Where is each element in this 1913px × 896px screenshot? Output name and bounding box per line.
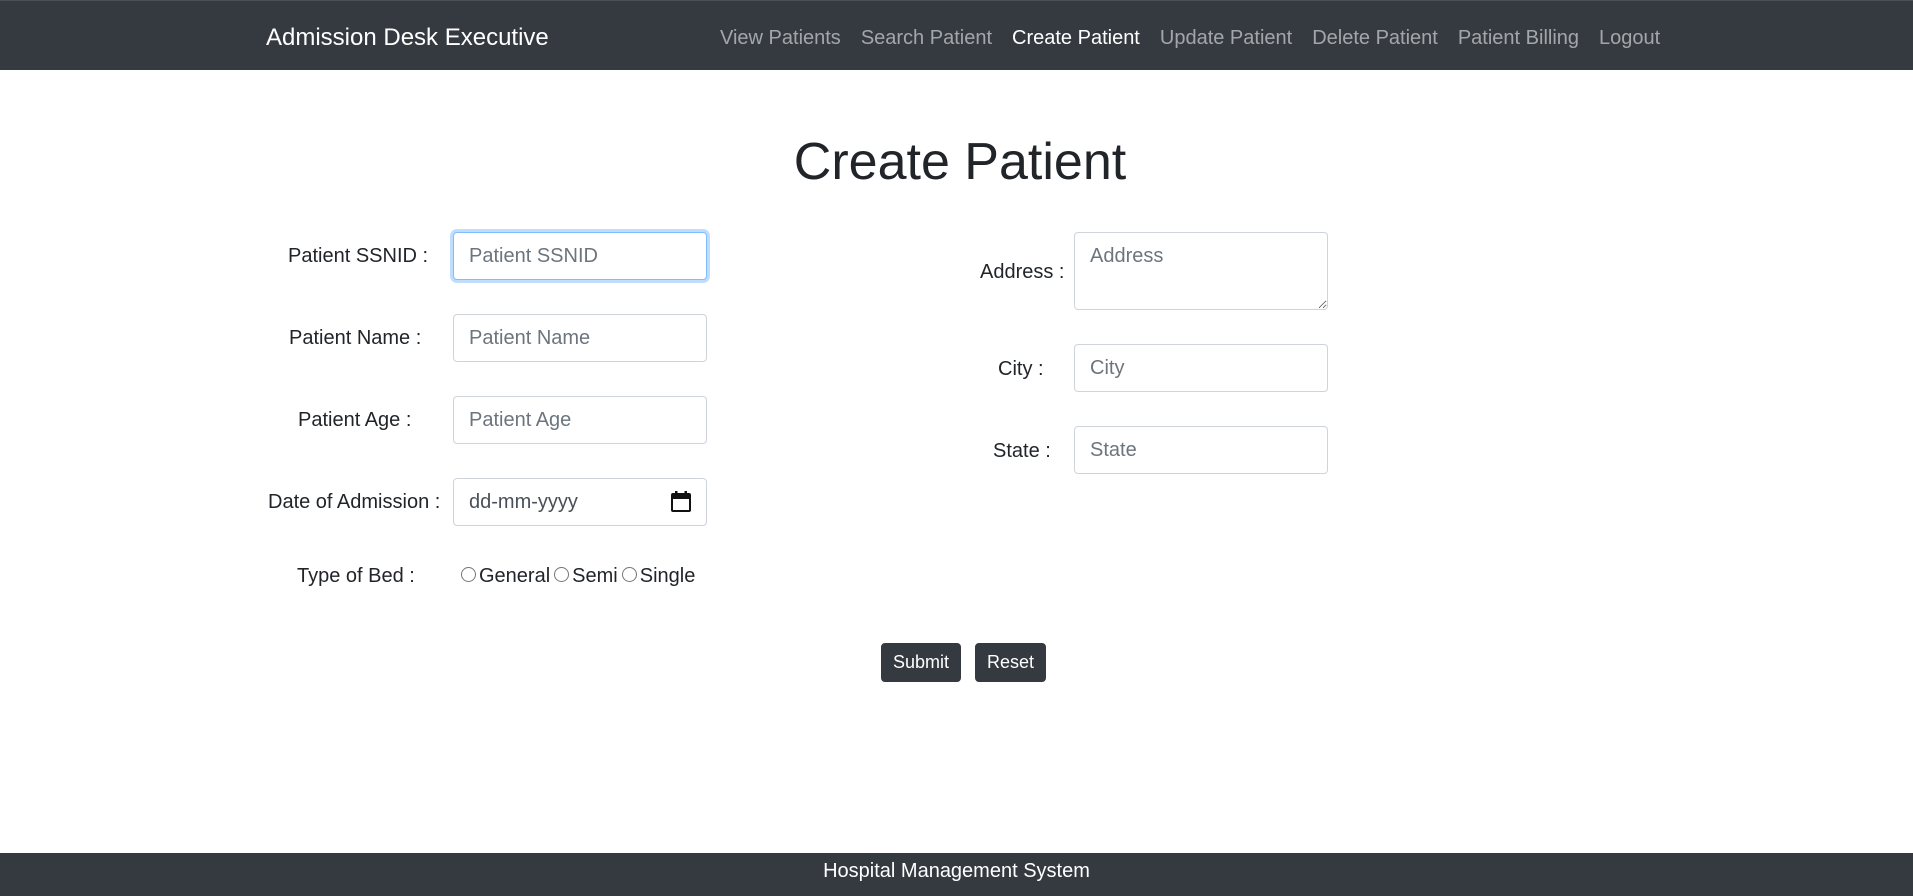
radio-single-label: Single: [639, 565, 696, 587]
city-input[interactable]: [1074, 344, 1328, 392]
page-title: Create Patient: [793, 133, 1127, 191]
radio-semi-label: Semi: [572, 565, 618, 587]
nav-links: View Patients Search Patient Create Pati…: [710, 25, 1670, 51]
ssnid-label: Patient SSNID :: [288, 245, 429, 267]
address-input[interactable]: [1074, 232, 1328, 310]
admission-date-input[interactable]: dd-mm-yyyy: [453, 478, 707, 526]
top-navbar: Admission Desk Executive View Patients S…: [0, 0, 1913, 70]
navbar-brand[interactable]: Admission Desk Executive: [266, 23, 549, 53]
bed-type-option-single[interactable]: Single: [620, 563, 696, 589]
name-label: Patient Name :: [289, 327, 422, 349]
radio-general[interactable]: [461, 566, 476, 582]
nav-link-create-patient[interactable]: Create Patient: [1012, 25, 1140, 51]
ssnid-input[interactable]: [453, 232, 707, 280]
nav-link-patient-billing[interactable]: Patient Billing: [1458, 25, 1579, 51]
admission-date-label: Date of Admission :: [268, 491, 441, 513]
nav-link-logout[interactable]: Logout: [1599, 25, 1660, 51]
submit-button[interactable]: Submit: [881, 643, 962, 682]
age-input[interactable]: [453, 396, 707, 444]
nav-link-search-patient[interactable]: Search Patient: [861, 25, 992, 51]
state-input[interactable]: [1074, 426, 1328, 474]
age-label: Patient Age :: [298, 409, 412, 431]
admission-date-placeholder: dd-mm-yyyy: [469, 490, 578, 513]
radio-general-label: General: [479, 565, 551, 587]
radio-semi[interactable]: [554, 566, 570, 582]
bed-type-radio-group: General Semi Single: [459, 563, 697, 589]
name-input[interactable]: [453, 314, 707, 362]
nav-link-view-patients[interactable]: View Patients: [720, 25, 841, 51]
radio-single[interactable]: [621, 566, 637, 582]
bed-type-option-semi[interactable]: Semi: [552, 563, 618, 589]
nav-link-delete-patient[interactable]: Delete Patient: [1312, 25, 1438, 51]
nav-link-update-patient[interactable]: Update Patient: [1160, 25, 1292, 51]
reset-button[interactable]: Reset: [975, 643, 1047, 682]
state-label: State :: [993, 440, 1051, 462]
address-label: Address :: [980, 261, 1065, 283]
bed-type-option-general[interactable]: General: [459, 563, 550, 589]
calendar-icon[interactable]: [671, 491, 691, 513]
bed-type-label: Type of Bed :: [297, 565, 415, 587]
footer: Hospital Management System: [0, 853, 1913, 896]
city-label: City :: [998, 358, 1044, 380]
